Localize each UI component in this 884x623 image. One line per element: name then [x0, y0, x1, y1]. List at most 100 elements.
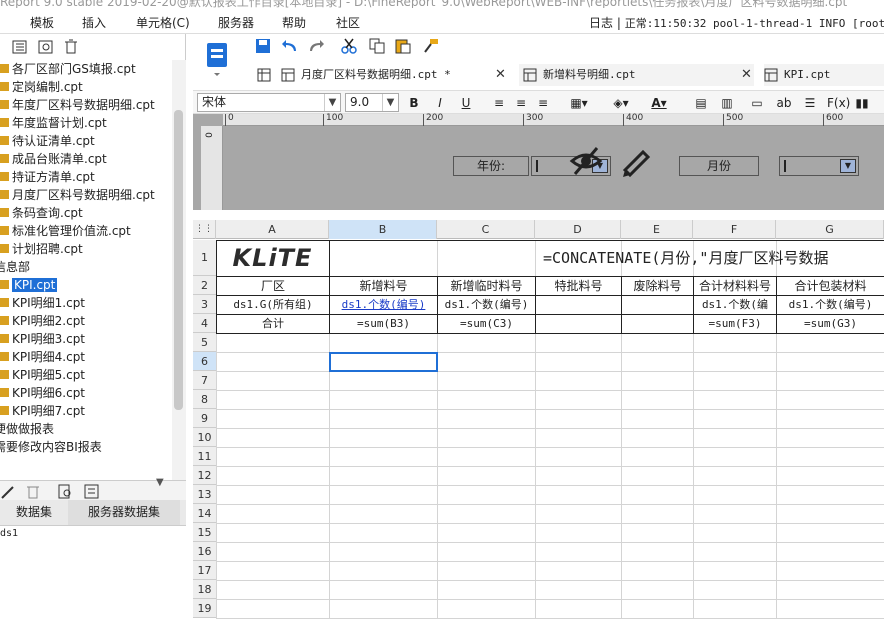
tree-file[interactable]: 条码查询.cpt — [0, 204, 83, 222]
column-header-f[interactable]: F — [693, 220, 776, 239]
row-header[interactable]: 17 — [193, 561, 216, 580]
tab-monthly-report[interactable]: 月度厂区料号数据明细.cpt * ✕ — [281, 64, 509, 86]
edit-icon[interactable] — [0, 484, 16, 500]
delete-icon[interactable] — [64, 39, 78, 54]
row-header[interactable]: 8 — [193, 390, 216, 409]
align-left-icon[interactable]: ≡ — [491, 95, 507, 111]
row-header[interactable]: 3 — [193, 295, 216, 314]
tree-file[interactable]: KPI明细3.cpt — [0, 330, 85, 348]
row-header[interactable]: 9 — [193, 409, 216, 428]
close-icon[interactable]: ✕ — [495, 64, 506, 86]
row-header[interactable]: 7 — [193, 371, 216, 390]
row-header[interactable]: 2 — [193, 276, 216, 295]
bold-icon[interactable]: B — [407, 95, 421, 111]
save-icon[interactable] — [255, 38, 271, 54]
tree-folder[interactable]: 便做做报表 — [0, 420, 54, 438]
copy-icon[interactable] — [369, 38, 385, 54]
paragraph-icon[interactable]: ☰ — [801, 95, 819, 111]
grid-view-icon[interactable] — [257, 68, 271, 82]
tree-file[interactable]: 月度厂区料号数据明细.cpt — [0, 186, 155, 204]
tree-file[interactable]: 待认证清单.cpt — [0, 132, 95, 150]
delete-dataset-icon[interactable] — [26, 484, 40, 499]
row-header[interactable]: 6 — [193, 352, 216, 371]
font-size-select[interactable]: 9.0 ▼ — [345, 93, 399, 112]
row-header[interactable]: 5 — [193, 333, 216, 352]
row-header[interactable]: 12 — [193, 466, 216, 485]
tree-file[interactable]: KPI明细7.cpt — [0, 402, 85, 420]
menu-server[interactable]: 服务器 — [218, 14, 254, 31]
data-cell[interactable] — [536, 296, 621, 314]
header-cell[interactable]: 合计材料料号 — [694, 277, 776, 295]
unmerge-icon[interactable]: ▥ — [719, 95, 735, 111]
menu-template[interactable]: 模板 — [30, 14, 54, 31]
row-header[interactable]: 16 — [193, 542, 216, 561]
tree-file[interactable]: 各厂区部门GS填报.cpt — [0, 60, 136, 78]
format-painter-icon[interactable] — [423, 38, 439, 54]
data-cell[interactable]: ds1.G(所有组) — [217, 296, 329, 314]
tab-template-dataset[interactable]: 数据集 — [0, 500, 68, 525]
row-header[interactable]: 14 — [193, 504, 216, 523]
merge-icon[interactable]: ▤ — [693, 95, 709, 111]
menu-help[interactable]: 帮助 — [282, 14, 306, 31]
row-header[interactable]: 13 — [193, 485, 216, 504]
tree-file[interactable]: 成品台账清单.cpt — [0, 150, 107, 168]
tree-file[interactable]: 年度厂区料号数据明细.cpt — [0, 96, 155, 114]
header-cell[interactable]: 厂区 — [217, 277, 329, 295]
new-report-icon[interactable] — [205, 39, 231, 77]
column-header-b[interactable]: B — [329, 220, 437, 239]
menu-community[interactable]: 社区 — [336, 14, 360, 31]
log-label[interactable]: 日志 — [589, 16, 613, 30]
tree-file[interactable]: KPI明细1.cpt — [0, 294, 85, 312]
align-center-icon[interactable]: ≡ — [513, 95, 529, 111]
data-cell[interactable]: ds1.个数(编 — [694, 296, 776, 314]
tree-file[interactable]: KPI明细2.cpt — [0, 312, 85, 330]
report-grid[interactable]: ⋮⋮ A B C D E F G 1 2 3 4 5 6 7 8 9 10 11 12 13 14 15 16 17 18 19 K… — [193, 220, 884, 623]
data-cell[interactable]: =sum(G3) — [777, 315, 884, 333]
preview-icon[interactable] — [58, 484, 73, 499]
align-right-icon[interactable]: ≡ — [535, 95, 551, 111]
header-cell[interactable]: 废除料号 — [622, 277, 693, 295]
tree-file[interactable]: 标准化管理价值流.cpt — [0, 222, 131, 240]
tree-file[interactable]: KPI明细5.cpt — [0, 366, 85, 384]
row-header[interactable]: 10 — [193, 428, 216, 447]
data-cell[interactable]: ds1.个数(编号) — [438, 296, 535, 314]
tree-folder[interactable]: 需要修改内容BI报表 — [0, 438, 102, 456]
collapse-icon[interactable]: ▼ — [156, 477, 164, 488]
row-header[interactable]: 18 — [193, 580, 216, 599]
italic-icon[interactable]: I — [433, 95, 447, 111]
column-header-c[interactable]: C — [437, 220, 535, 239]
paste-icon[interactable] — [395, 38, 411, 54]
hidden-eye-icon[interactable] — [569, 144, 603, 178]
cut-icon[interactable] — [341, 38, 357, 54]
formula-icon[interactable]: F(x) — [827, 95, 850, 111]
row-header[interactable]: 11 — [193, 447, 216, 466]
dataset-item[interactable]: ds1 — [0, 528, 18, 539]
settings-icon[interactable] — [38, 39, 54, 55]
insert-row-icon[interactable]: ▭ — [749, 95, 765, 111]
text-icon[interactable]: ab — [775, 95, 793, 111]
data-cell[interactable]: =sum(B3) — [330, 315, 437, 333]
tree-file[interactable]: 年度监督计划.cpt — [0, 114, 107, 132]
tree-file[interactable]: KPI.cpt — [0, 276, 58, 294]
tree-folder[interactable]: 信息部 — [0, 258, 30, 276]
undo-icon[interactable] — [281, 38, 299, 54]
data-cell[interactable] — [536, 315, 621, 333]
header-cell[interactable]: 新增料号 — [330, 277, 437, 295]
menu-insert[interactable]: 插入 — [82, 14, 106, 31]
data-cell[interactable]: =sum(C3) — [438, 315, 535, 333]
select-all-corner[interactable]: ⋮⋮ — [193, 220, 216, 239]
data-cell[interactable]: =sum(F3) — [694, 315, 776, 333]
chart-icon[interactable]: ▮▮ — [853, 95, 871, 111]
fill-color-icon[interactable]: ◈▾ — [607, 95, 635, 111]
tab-new-item-detail[interactable]: 新增料号明细.cpt ✕ — [519, 64, 754, 86]
data-cell[interactable]: ds1.个数(编号) — [330, 296, 437, 314]
menu-cell[interactable]: 单元格(C) — [136, 14, 190, 31]
tree-file[interactable]: KPI明细6.cpt — [0, 384, 85, 402]
font-color-icon[interactable]: A▾ — [645, 95, 673, 111]
row-header[interactable]: 4 — [193, 314, 216, 333]
row-header[interactable]: 15 — [193, 523, 216, 542]
header-cell[interactable]: 新增临时料号 — [438, 277, 535, 295]
tree-file[interactable]: 持证方清单.cpt — [0, 168, 95, 186]
tree-file[interactable]: 定岗编制.cpt — [0, 78, 83, 96]
data-cell[interactable] — [622, 296, 693, 314]
